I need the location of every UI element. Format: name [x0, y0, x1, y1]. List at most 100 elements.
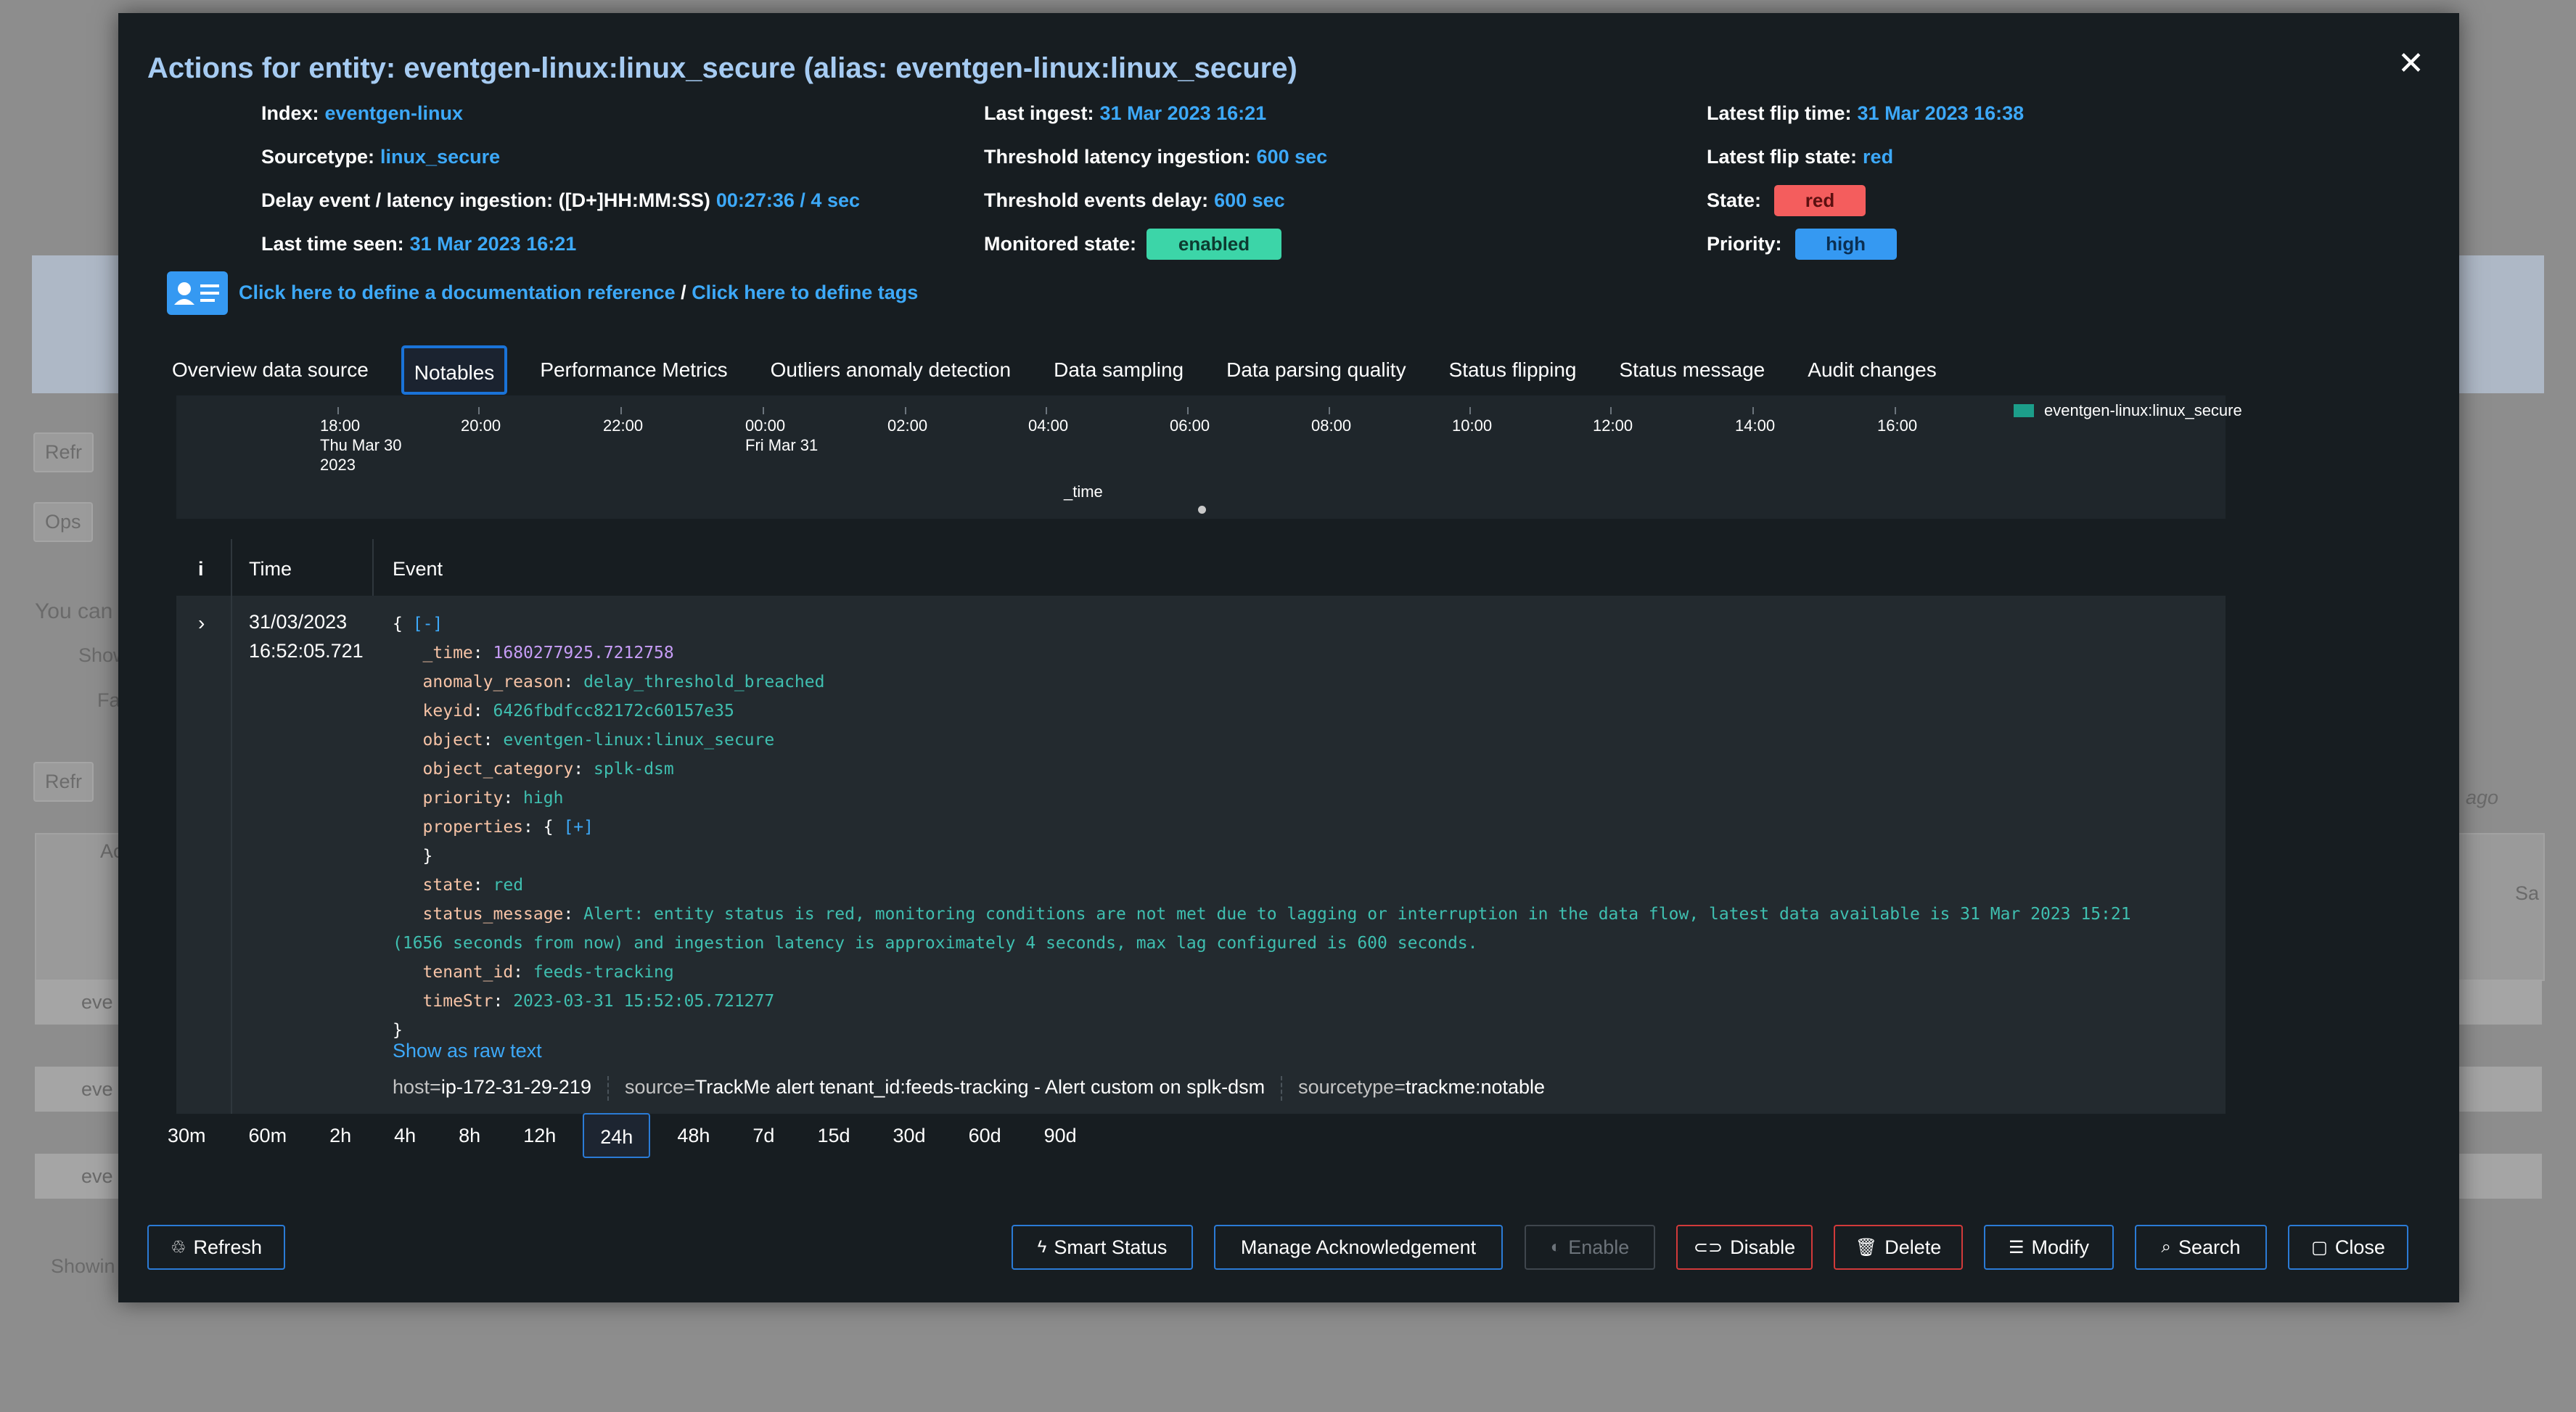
info-label: Index: [261, 102, 319, 124]
delete-button[interactable]: 🗑 Delete [1834, 1225, 1963, 1270]
x-tick-mark [1046, 407, 1047, 414]
time-column-header[interactable]: Time [249, 558, 292, 580]
search-icon: ⌕ [2161, 1237, 2171, 1257]
tab-data-sampling[interactable]: Data sampling [1043, 345, 1194, 395]
range-24h[interactable]: 24h [583, 1113, 651, 1158]
lightning-icon: ϟ [1037, 1237, 1047, 1257]
json-value[interactable]: red [493, 876, 524, 895]
json-value[interactable]: 6426fbdfcc82172c60157e35 [493, 702, 734, 721]
show-raw-text-link[interactable]: Show as raw text [393, 1040, 542, 1062]
meta-field-value[interactable]: TrackMe alert tenant_id:feeds-tracking -… [695, 1076, 1265, 1101]
event-json: { [-] _time: 1680277925.7212758 anomaly_… [393, 615, 2131, 1040]
x-tick-label: 22:00 [603, 416, 644, 435]
tab-status-message[interactable]: Status message [1609, 345, 1775, 395]
range-12h[interactable]: 12h [507, 1113, 572, 1158]
event-date: 31/03/2023 [249, 611, 348, 633]
range-48h[interactable]: 48h [661, 1113, 726, 1158]
manage-acknowledgement-button[interactable]: Manage Acknowledgement [1214, 1225, 1503, 1270]
info-flip-state: Latest flip state: red [1707, 135, 2024, 178]
x-tick-label: 18:00 Thu Mar 30 2023 [320, 416, 402, 475]
button-label: Modify [2031, 1236, 2090, 1258]
tab-data-parsing-quality[interactable]: Data parsing quality [1216, 345, 1416, 395]
json-value[interactable]: Alert: entity status is red, monitoring … [583, 905, 2130, 924]
threshold-latency-value: 600 sec [1256, 145, 1328, 168]
json-value[interactable]: delay_threshold_breached [583, 673, 824, 691]
range-2h[interactable]: 2h [313, 1113, 367, 1158]
close-button[interactable]: ▢ Close [2288, 1225, 2408, 1270]
info-label: Last time seen: [261, 232, 404, 255]
priority-badge: high [1794, 228, 1897, 260]
x-tick-label: 16:00 [1877, 416, 1918, 435]
meta-field-value[interactable]: trackme:notable [1406, 1076, 1545, 1101]
background-ops-button: Ops [33, 502, 93, 542]
json-key: status_message [422, 905, 564, 924]
pagination-dot[interactable] [1198, 506, 1206, 514]
meta-equals: = [430, 1076, 441, 1098]
button-label: Refresh [193, 1236, 263, 1258]
tab-notables[interactable]: Notables [401, 345, 508, 395]
json-value[interactable]: 2023-03-31 15:52:05.721277 [513, 992, 774, 1011]
last-ingest-value: 31 Mar 2023 16:21 [1099, 102, 1267, 124]
expand-row-chevron-icon[interactable]: › [198, 612, 205, 635]
enable-button[interactable]: ◐ Enable [1525, 1225, 1655, 1270]
define-tags-link[interactable]: Click here to define tags [692, 282, 918, 303]
range-60m[interactable]: 60m [233, 1113, 303, 1158]
toggle-icon: ◐ [1550, 1237, 1562, 1257]
button-label: Search [2178, 1236, 2241, 1258]
tab-performance-metrics[interactable]: Performance Metrics [530, 345, 737, 395]
info-delay: Delay event / latency ingestion: ([D+]HH… [261, 178, 860, 222]
info-threshold-delay: Threshold events delay: 600 sec [984, 178, 1327, 222]
square-icon: ▢ [2311, 1237, 2328, 1257]
refresh-button[interactable]: ♲ Refresh [147, 1225, 285, 1270]
index-value[interactable]: eventgen-linux [325, 102, 464, 125]
disable-button[interactable]: ⊂⊃ Disable [1676, 1225, 1813, 1270]
collapse-json-toggle[interactable]: [-] [413, 615, 443, 633]
define-documentation-link[interactable]: Click here to define a documentation ref… [239, 282, 676, 303]
background-text: eve [81, 1165, 113, 1187]
x-tick-mark [1469, 407, 1471, 414]
x-tick-label: 20:00 [461, 416, 501, 435]
tab-overview-data-source[interactable]: Overview data source [169, 345, 379, 395]
link-separator: / [675, 282, 692, 303]
time-range-selector: 30m 60m 2h 4h 8h 12h 24h 48h 7d 15d 30d … [152, 1113, 1104, 1158]
modify-button[interactable]: ☰ Modify [1984, 1225, 2114, 1270]
range-30d[interactable]: 30d [877, 1113, 942, 1158]
meta-separator [607, 1076, 609, 1101]
meta-field-name: host [393, 1076, 430, 1098]
range-60d[interactable]: 60d [953, 1113, 1017, 1158]
json-value[interactable]: feeds-tracking [533, 963, 674, 982]
info-label: State: [1707, 189, 1762, 211]
close-icon[interactable]: ✕ [2397, 48, 2424, 80]
tab-outliers-anomaly-detection[interactable]: Outliers anomaly detection [760, 345, 1022, 395]
column-divider [372, 539, 374, 596]
meta-field-value[interactable]: ip-172-31-29-219 [441, 1076, 591, 1101]
json-value[interactable]: 1680277925.7212758 [493, 644, 674, 662]
expand-properties-toggle[interactable]: [+] [563, 818, 594, 837]
range-15d[interactable]: 15d [801, 1113, 866, 1158]
delay-value: 00:27:36 / 4 sec [715, 189, 860, 211]
range-30m[interactable]: 30m [152, 1113, 222, 1158]
json-value-continued[interactable]: (1656 seconds from now) and ingestion la… [393, 934, 1478, 953]
chart-legend[interactable]: eventgen-linux:linux_secure [2014, 401, 2242, 420]
json-value[interactable]: high [523, 789, 563, 808]
range-7d[interactable]: 7d [737, 1113, 790, 1158]
background-text: eve [81, 1078, 113, 1100]
modal-title: Actions for entity: eventgen-linux:linux… [147, 52, 1297, 84]
search-button[interactable]: ⌕ Search [2135, 1225, 2267, 1270]
smart-status-button[interactable]: ϟ Smart Status [1012, 1225, 1193, 1270]
range-4h[interactable]: 4h [378, 1113, 432, 1158]
json-value[interactable]: splk-dsm [594, 760, 674, 779]
monitored-state-badge: enabled [1147, 228, 1282, 260]
tab-status-flipping[interactable]: Status flipping [1439, 345, 1587, 395]
range-8h[interactable]: 8h [443, 1113, 496, 1158]
json-key: object [422, 731, 483, 750]
json-value[interactable]: eventgen-linux:linux_secure [503, 731, 774, 750]
meta-equals: = [684, 1076, 695, 1098]
sourcetype-value[interactable]: linux_secure [380, 146, 500, 168]
range-90d[interactable]: 90d [1028, 1113, 1093, 1158]
x-tick-label: 06:00 [1170, 416, 1210, 435]
trash-icon: 🗑 [1855, 1237, 1878, 1257]
tab-audit-changes[interactable]: Audit changes [1797, 345, 1946, 395]
info-priority: Priority: high [1707, 222, 2024, 266]
info-column-3: Latest flip time: 31 Mar 2023 16:38 Lates… [1707, 91, 2024, 266]
